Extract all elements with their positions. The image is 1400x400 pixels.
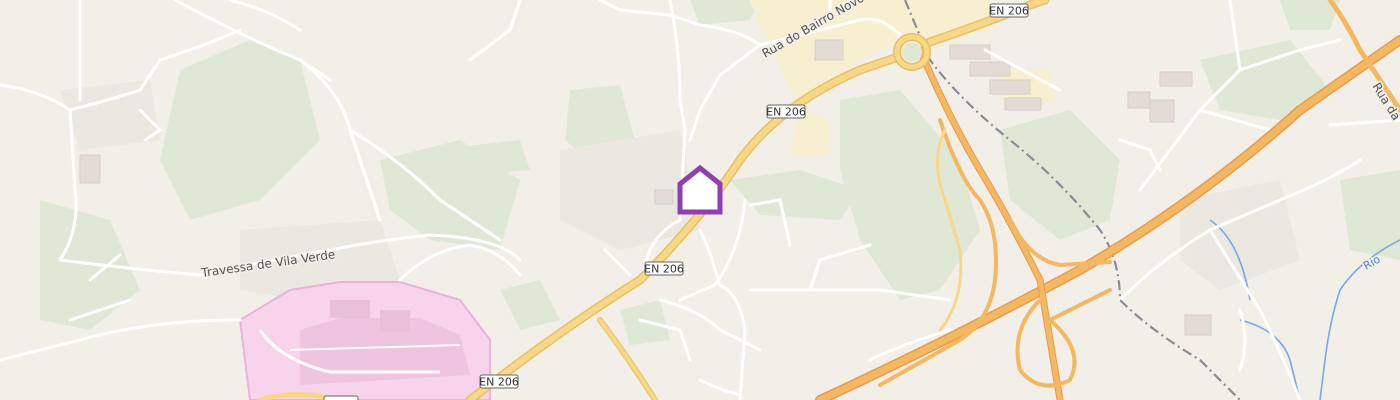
road-shield-label: EN 206 — [479, 376, 519, 389]
road-shield-en206-3: EN 206 — [644, 261, 684, 276]
road-shield-partial — [323, 395, 359, 400]
road-shield-en206-4: EN 206 — [479, 374, 519, 389]
road-shield-label: EN 206 — [644, 263, 684, 276]
street-label-rua-bairro-novo: Rua do Bairro Novo — [760, 0, 867, 61]
river-label: Rio — [1361, 252, 1383, 272]
road-shield-label: EN 206 — [989, 5, 1029, 18]
street-label-rua-right: Rua da — [1369, 80, 1400, 123]
road-shield-label: EN 206 — [766, 106, 806, 119]
street-label-travessa-vila-verde: Travessa de Vila Verde — [199, 247, 336, 280]
map-view[interactable]: Rua do Bairro Novo Travessa de Vila Verd… — [0, 0, 1400, 400]
road-shield-en206-2: EN 206 — [766, 104, 806, 119]
road-shield-en206-1: EN 206 — [989, 3, 1029, 18]
